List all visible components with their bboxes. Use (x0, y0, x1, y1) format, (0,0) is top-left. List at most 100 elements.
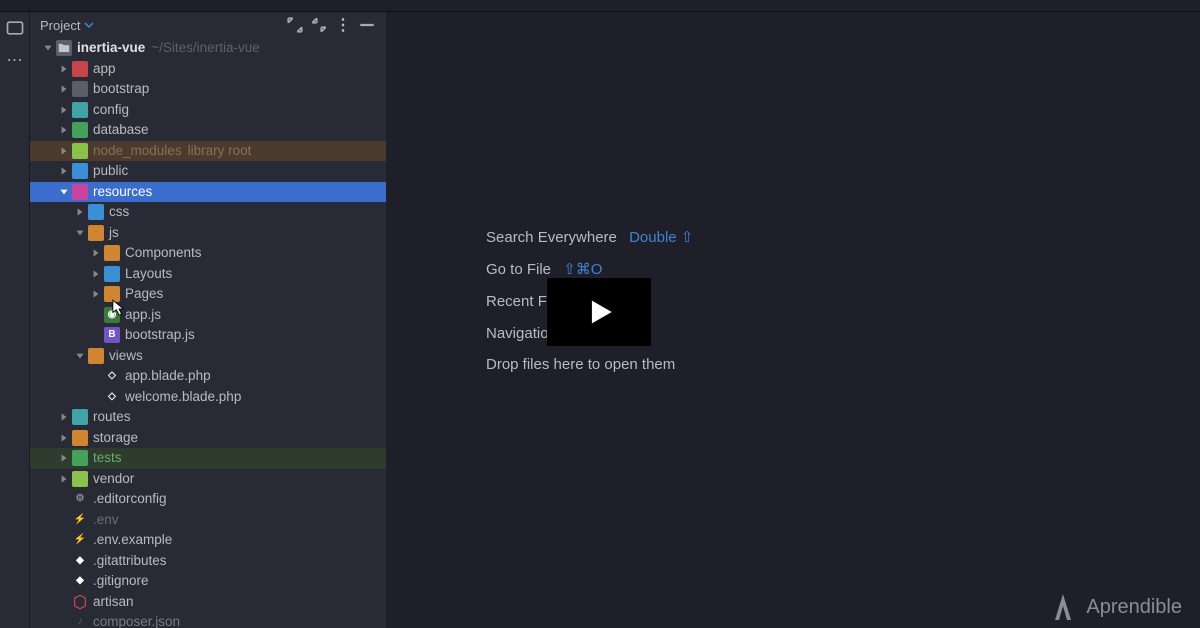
video-play-button[interactable] (547, 278, 651, 346)
tree-row[interactable]: ◆ .gitattributes (30, 551, 386, 572)
editor-empty-state: Search Everywhere Double ⇧ Go to File ⇧⌘… (386, 12, 1200, 628)
titlebar (0, 0, 1200, 12)
collapse-all-icon[interactable] (310, 16, 328, 34)
tree-row[interactable]: ◉ app.js (30, 305, 386, 326)
tree-label: css (109, 202, 129, 223)
tree-row[interactable]: views (30, 346, 386, 367)
tree-row[interactable]: artisan (30, 592, 386, 613)
tree-row[interactable]: js (30, 223, 386, 244)
chevron-right-icon[interactable] (58, 124, 70, 136)
tree-row[interactable]: ⚡ .env (30, 510, 386, 531)
tree-row[interactable]: storage (30, 428, 386, 449)
chevron-right-icon[interactable] (58, 432, 70, 444)
hint-label: Drop files here to open them (486, 356, 675, 373)
tree-row[interactable]: Layouts (30, 264, 386, 285)
mouse-cursor-icon (112, 299, 126, 317)
chevron-right-icon[interactable] (58, 452, 70, 464)
tree-sublabel: library root (188, 141, 252, 162)
tree-label: js (109, 223, 119, 244)
hint-drop: Drop files here to open them (486, 356, 693, 373)
chevron-right-icon[interactable] (58, 165, 70, 177)
tool-rail: ⋯ (0, 12, 30, 628)
chevron-down-icon (84, 20, 94, 30)
tree-row[interactable]: tests (30, 448, 386, 469)
laravel-file-icon (72, 594, 88, 610)
tree-row[interactable]: ◇ welcome.blade.php (30, 387, 386, 408)
tree-row-selected[interactable]: resources (30, 182, 386, 203)
tree-label: .env (93, 510, 119, 531)
tree-row[interactable]: Pages (30, 284, 386, 305)
folder-icon (72, 163, 88, 179)
tree-label: Layouts (125, 264, 172, 285)
chevron-right-icon[interactable] (58, 104, 70, 116)
folder-icon (72, 450, 88, 466)
chevron-down-icon[interactable] (74, 350, 86, 362)
hide-panel-icon[interactable] (358, 16, 376, 34)
git-file-icon: ◆ (72, 553, 88, 569)
editorconfig-icon: ⚙ (72, 491, 88, 507)
chevron-right-icon[interactable] (74, 206, 86, 218)
chevron-right-icon[interactable] (58, 63, 70, 75)
tree-label: app (93, 59, 116, 80)
tree-label: .gitignore (93, 571, 149, 592)
chevron-right-icon[interactable] (58, 473, 70, 485)
tree-label: Components (125, 243, 202, 264)
tree-label: .env.example (93, 530, 172, 551)
settings-icon[interactable]: ⋮ (334, 16, 352, 34)
tree-row[interactable]: ◇ app.blade.php (30, 366, 386, 387)
tree-row[interactable]: ⚡ .env.example (30, 530, 386, 551)
tree-label: composer.json (93, 612, 180, 628)
chevron-right-icon[interactable] (90, 247, 102, 259)
chevron-down-icon[interactable] (74, 227, 86, 239)
tree-row[interactable]: config (30, 100, 386, 121)
tree-row[interactable]: bootstrap (30, 79, 386, 100)
tree-row[interactable]: node_modules library root (30, 141, 386, 162)
folder-icon (88, 348, 104, 364)
tree-label: welcome.blade.php (125, 387, 241, 408)
chevron-right-icon[interactable] (90, 288, 102, 300)
folder-icon (72, 184, 88, 200)
chevron-right-icon[interactable] (90, 268, 102, 280)
chevron-right-icon[interactable] (58, 411, 70, 423)
folder-icon (72, 409, 88, 425)
folder-icon (104, 245, 120, 261)
tree-row[interactable]: ⚙ .editorconfig (30, 489, 386, 510)
tree-row[interactable]: B bootstrap.js (30, 325, 386, 346)
folder-icon (72, 122, 88, 138)
folder-icon (88, 225, 104, 241)
tree-row[interactable]: ◆ .gitignore (30, 571, 386, 592)
project-tool-icon[interactable] (5, 18, 25, 38)
watermark: Aprendible (1050, 592, 1182, 622)
project-tree[interactable]: inertia-vue ~/Sites/inertia-vue app boot… (30, 38, 386, 628)
tree-row[interactable]: app (30, 59, 386, 80)
more-tool-icon[interactable]: ⋯ (5, 50, 25, 70)
hint-shortcut: ⇧⌘O (563, 261, 602, 278)
tree-row[interactable]: css (30, 202, 386, 223)
tree-label: .editorconfig (93, 489, 167, 510)
tree-row[interactable]: public (30, 161, 386, 182)
tree-label: .gitattributes (93, 551, 167, 572)
hint-label: Search Everywhere (486, 229, 617, 246)
chevron-down-icon[interactable] (42, 42, 54, 54)
tree-label: public (93, 161, 128, 182)
chevron-down-icon[interactable] (58, 186, 70, 198)
tree-row-root[interactable]: inertia-vue ~/Sites/inertia-vue (30, 38, 386, 59)
chevron-right-icon[interactable] (58, 83, 70, 95)
tree-row[interactable]: routes (30, 407, 386, 428)
folder-icon (72, 81, 88, 97)
tree-label: config (93, 100, 129, 121)
tree-row[interactable]: Components (30, 243, 386, 264)
tree-row[interactable]: ♪ composer.json (30, 612, 386, 628)
tree-label: bootstrap.js (125, 325, 195, 346)
tree-label: app.js (125, 305, 161, 326)
tree-label: storage (93, 428, 138, 449)
chevron-right-icon[interactable] (58, 145, 70, 157)
tree-row[interactable]: database (30, 120, 386, 141)
blade-file-icon: ◇ (104, 368, 120, 384)
expand-all-icon[interactable] (286, 16, 304, 34)
tree-label: app.blade.php (125, 366, 211, 387)
panel-title[interactable]: Project (40, 18, 94, 33)
tree-row[interactable]: vendor (30, 469, 386, 490)
env-file-icon: ⚡ (72, 512, 88, 528)
hint-label: Go to File (486, 261, 551, 278)
